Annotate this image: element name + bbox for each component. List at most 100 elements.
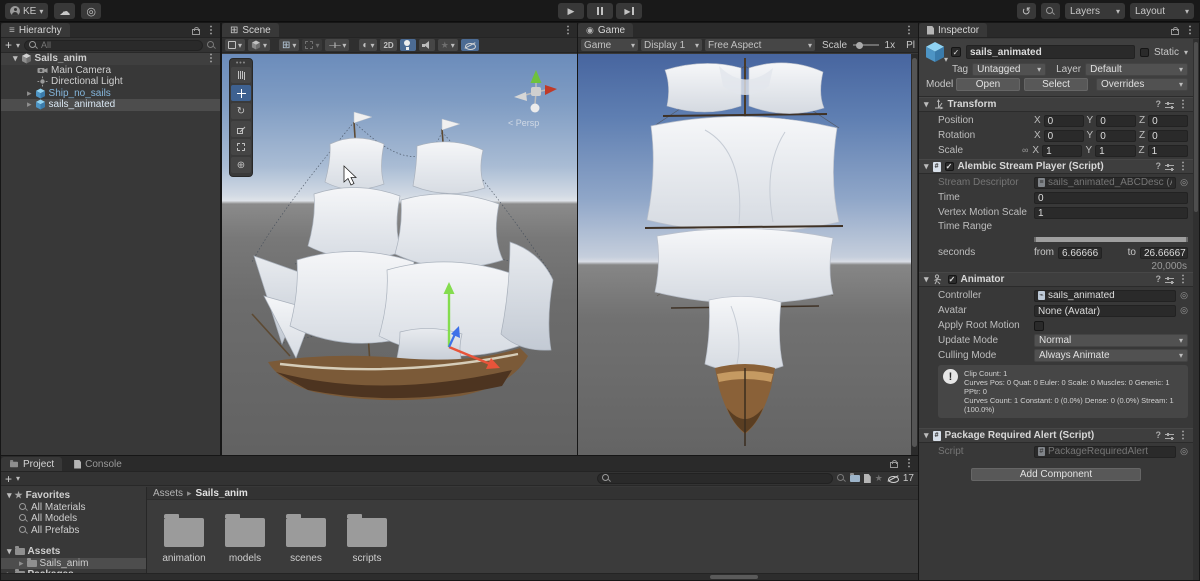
layer-dropdown[interactable]: Default — [1085, 63, 1188, 76]
model-open-button[interactable]: Open — [956, 78, 1020, 91]
account-button[interactable]: KE — [5, 3, 49, 19]
hierarchy-scene-row[interactable]: Sails_anim — [1, 53, 220, 65]
layers-dropdown[interactable]: Layers — [1065, 3, 1125, 19]
static-checkbox[interactable] — [1139, 47, 1149, 57]
tab-hierarchy[interactable]: Hierarchy — [1, 23, 70, 37]
hierarchy-search-input[interactable] — [41, 40, 198, 50]
model-select-button[interactable]: Select — [1024, 78, 1088, 91]
label-filter-icon[interactable] — [863, 474, 871, 483]
object-picker-icon[interactable] — [1180, 290, 1188, 301]
global-search-button[interactable] — [1041, 3, 1060, 19]
expand-icon[interactable] — [13, 53, 18, 64]
to-field[interactable]: 26.66667 — [1140, 246, 1188, 259]
favorite-all-materials[interactable]: All Materials — [1, 502, 146, 514]
panel-menu-icon[interactable] — [904, 25, 914, 36]
hierarchy-item-sails-animated[interactable]: sails_animated — [1, 99, 220, 111]
rotation-z-field[interactable]: 0 — [1148, 129, 1188, 142]
overrides-dropdown[interactable]: Overrides — [1096, 78, 1188, 91]
expand-icon[interactable] — [7, 490, 12, 501]
apply-root-motion-checkbox[interactable] — [1034, 320, 1044, 331]
tab-inspector[interactable]: Inspector — [919, 23, 988, 37]
panel-menu-icon[interactable] — [904, 458, 914, 469]
from-field[interactable]: 6.66666 — [1058, 246, 1102, 259]
icon-picker-caret[interactable] — [944, 54, 948, 65]
component-menu-icon[interactable] — [1178, 274, 1188, 285]
pan-tool-button[interactable] — [231, 67, 251, 83]
lock-icon[interactable] — [889, 459, 898, 468]
help-icon[interactable] — [1156, 274, 1162, 285]
rotate-tool-button[interactable] — [231, 103, 251, 119]
folder-animation[interactable]: animation — [161, 514, 207, 564]
move-tool-button[interactable] — [231, 85, 251, 101]
orientation-gizmo[interactable] — [510, 66, 562, 118]
avatar-field[interactable]: None (Avatar) — [1034, 304, 1177, 317]
foldout-icon[interactable] — [924, 99, 929, 110]
position-z-field[interactable]: 0 — [1148, 114, 1188, 127]
scene-audio-toggle[interactable] — [418, 39, 435, 51]
render-doodads-dropdown[interactable] — [359, 39, 378, 51]
culling-mode-dropdown[interactable]: Always Animate — [1034, 349, 1188, 362]
step-button[interactable] — [616, 3, 642, 19]
tool-settings-dropdown[interactable] — [225, 39, 246, 51]
overlay-drag-handle[interactable]: ••• — [236, 60, 246, 67]
display-dropdown[interactable]: Display 1 — [641, 39, 702, 51]
static-dropdown-caret[interactable] — [1184, 47, 1188, 58]
tag-dropdown[interactable]: Untagged — [972, 63, 1047, 76]
panel-menu-icon[interactable] — [206, 25, 216, 36]
active-checkbox[interactable] — [951, 47, 961, 57]
panel-menu-icon[interactable] — [1185, 25, 1195, 36]
game-mode-dropdown[interactable]: Game — [581, 39, 639, 51]
foldout-icon[interactable] — [924, 161, 929, 172]
component-menu-icon[interactable] — [1178, 430, 1188, 441]
hidden-count-icon[interactable] — [887, 474, 899, 483]
object-picker-icon[interactable] — [1180, 177, 1188, 188]
favorite-all-prefabs[interactable]: All Prefabs — [1, 525, 146, 537]
expand-icon[interactable] — [27, 99, 32, 110]
panel-menu-icon[interactable] — [563, 25, 573, 36]
search-in-packages-icon[interactable] — [836, 474, 846, 483]
favorites-row[interactable]: Favorites — [1, 490, 146, 502]
game-viewport[interactable] — [578, 54, 911, 455]
transform-header[interactable]: Transform — [919, 97, 1193, 112]
folder-models[interactable]: models — [222, 514, 268, 564]
collab-button[interactable] — [81, 3, 101, 19]
tab-console[interactable]: Console — [66, 457, 130, 471]
snap-dropdown[interactable] — [302, 39, 323, 51]
folder-scripts[interactable]: scripts — [344, 514, 390, 564]
shading-mode-dropdown[interactable] — [248, 39, 271, 51]
help-icon[interactable] — [1156, 430, 1162, 441]
scene-menu-icon[interactable] — [206, 53, 216, 64]
object-picker-icon[interactable] — [1180, 446, 1188, 457]
game-vertical-scrollbar[interactable] — [911, 54, 918, 455]
scene-visibility-toggle[interactable] — [460, 39, 479, 51]
breadcrumb-current[interactable]: Sails_anim — [196, 488, 248, 499]
presets-icon[interactable] — [1165, 163, 1174, 171]
expand-icon[interactable] — [27, 88, 32, 99]
scale-z-field[interactable]: 1 — [1147, 144, 1188, 157]
presets-icon[interactable] — [1165, 432, 1174, 440]
object-name-input[interactable] — [966, 45, 1135, 59]
component-menu-icon[interactable] — [1178, 99, 1188, 110]
project-search[interactable] — [596, 473, 833, 484]
help-icon[interactable] — [1156, 99, 1162, 110]
scene-viewport[interactable]: < Persp ••• — [222, 54, 577, 455]
assets-sails-anim-row[interactable]: Sails_anim — [1, 557, 146, 569]
grid-snapping-dropdown[interactable] — [325, 39, 350, 51]
expand-icon[interactable] — [19, 558, 24, 569]
scale-slider[interactable] — [853, 41, 879, 49]
lock-icon[interactable] — [1170, 26, 1179, 35]
breadcrumb-root[interactable]: Assets — [153, 488, 183, 499]
project-horizontal-scrollbar[interactable] — [1, 573, 918, 580]
pause-button[interactable] — [587, 3, 613, 19]
rotation-y-field[interactable]: 0 — [1096, 129, 1137, 142]
script-field[interactable]: # PackageRequiredAlert — [1034, 445, 1177, 458]
position-x-field[interactable]: 0 — [1043, 114, 1084, 127]
foldout-icon[interactable] — [924, 274, 929, 285]
scale-x-field[interactable]: 1 — [1042, 144, 1083, 157]
hierarchy-item-directional-light[interactable]: Directional Light — [1, 76, 220, 88]
stream-descriptor-field[interactable]: ≡ sails_animated_ABCDesc (Alembic — [1034, 176, 1177, 189]
tab-scene[interactable]: Scene — [222, 23, 279, 37]
play-focused-clipped-label[interactable]: Pl — [906, 40, 915, 51]
presets-icon[interactable] — [1165, 276, 1174, 284]
grid-visibility-dropdown[interactable] — [279, 39, 300, 51]
